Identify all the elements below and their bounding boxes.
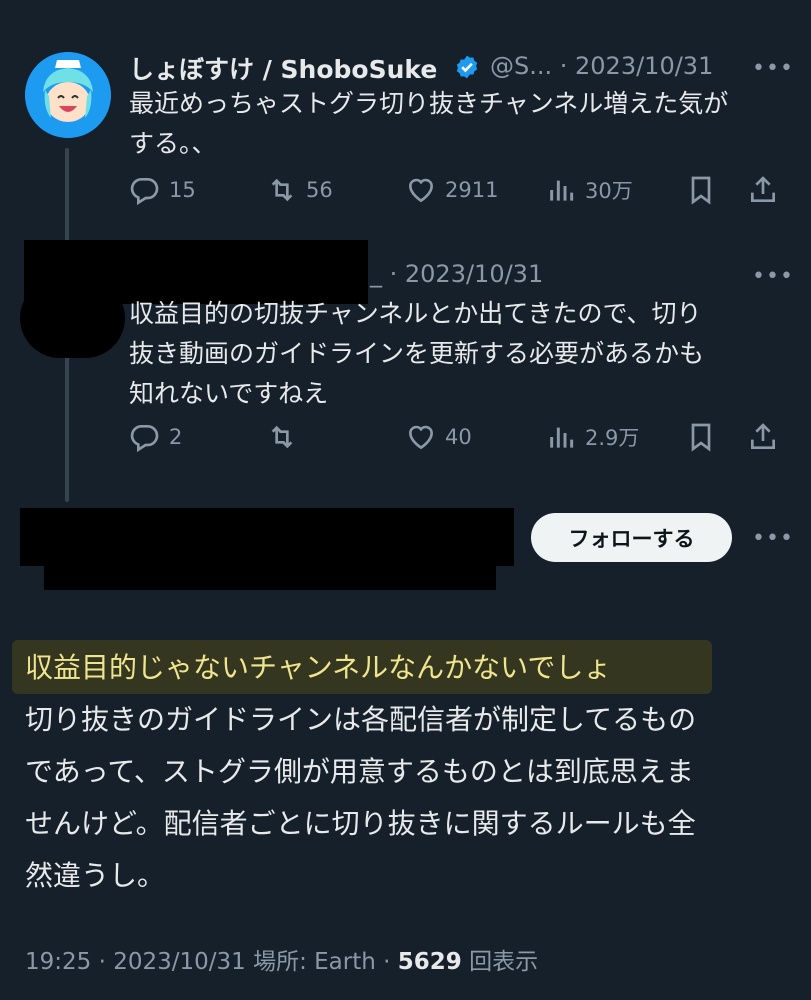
retweet-button[interactable]: 56: [266, 174, 333, 206]
share-button[interactable]: [747, 174, 779, 206]
tweet-actions: 15 56 2911 30万: [129, 174, 789, 214]
highlighted-line: 収益目的じゃないチャンネルなんかないでしょ: [25, 651, 612, 684]
views-chart-icon: [550, 427, 574, 448]
handle-date[interactable]: @S... · 2023/10/31: [490, 52, 713, 80]
tweet-meta: 19:25 · 2023/10/31 場所: Earth · 5629 回表示: [25, 942, 538, 976]
reply-button[interactable]: 2: [129, 421, 182, 453]
views-chart-icon: [550, 180, 574, 201]
text-line: せんけど。配信者ごとに切り抜きに関するルールも全: [25, 807, 696, 840]
verified-badge-icon: [456, 55, 478, 79]
redacted-handle: [44, 560, 496, 590]
like-count: 40: [445, 425, 472, 449]
reply-text: 収益目的の切抜チャンネルとか出てきたので、切り 抜き動画のガイドラインを更新する…: [129, 294, 704, 414]
view-label: 回表示: [461, 949, 539, 975]
views-button[interactable]: 2.9万: [545, 421, 639, 453]
views-button[interactable]: 30万: [545, 174, 633, 206]
reply-actions: 2 40 2.9万: [129, 421, 789, 461]
bookmark-button[interactable]: [685, 174, 717, 206]
more-options-icon[interactable]: •••: [752, 264, 794, 289]
heart-icon: [408, 425, 434, 450]
share-icon: [751, 423, 775, 449]
share-icon: [751, 176, 775, 202]
text-line: 知れないですねえ: [129, 379, 329, 408]
text-line: 最近めっちゃストグラ切り抜きチャンネル増えた気が: [129, 89, 729, 118]
like-button[interactable]: 40: [405, 421, 472, 453]
reply-button[interactable]: 15: [129, 174, 196, 206]
retweet-button[interactable]: [266, 421, 298, 453]
redacted-avatar: [20, 278, 125, 358]
like-count: 2911: [445, 178, 499, 202]
text-line: 収益目的の切抜チャンネルとか出てきたので、切り: [129, 299, 702, 328]
views-count: 2.9万: [585, 426, 640, 450]
text-line: 切り抜きのガイドラインは各配信者が制定してるもの: [25, 703, 697, 736]
bookmark-icon: [691, 176, 711, 205]
reply-count: 2: [169, 425, 183, 449]
tweet-text: 最近めっちゃストグラ切り抜きチャンネル増えた気が する。、: [129, 84, 728, 164]
more-options-icon[interactable]: •••: [752, 526, 794, 551]
text-line: する。、: [129, 129, 217, 158]
bookmark-button[interactable]: [685, 421, 717, 453]
text-line: 抜き動画のガイドラインを更新する必要があるかも: [129, 339, 705, 368]
heart-icon: [408, 178, 434, 203]
reply-icon: [130, 178, 159, 206]
text-line: 然違うし。: [25, 859, 166, 892]
share-button[interactable]: [747, 421, 779, 453]
avatar[interactable]: [25, 52, 111, 138]
reply-icon: [130, 425, 159, 453]
retweet-icon: [271, 425, 293, 449]
retweet-count: 56: [306, 178, 333, 202]
follow-button[interactable]: フォローする: [531, 513, 732, 562]
timestamp-location[interactable]: 19:25 · 2023/10/31 場所: Earth ·: [25, 949, 398, 975]
text-line: であって、ストグラ側が用意するものとは到底思えま: [25, 755, 694, 788]
reply-date[interactable]: _ · 2023/10/31: [370, 260, 543, 288]
views-count: 30万: [585, 179, 633, 203]
main-tweet-text: 切り抜きのガイドラインは各配信者が制定してるもの であって、ストグラ側が用意する…: [25, 694, 696, 902]
author-name[interactable]: しょぼすけ / ShoboSuke: [129, 50, 437, 86]
redacted-author: [20, 508, 514, 566]
more-options-icon[interactable]: •••: [752, 56, 794, 81]
view-count: 5629: [397, 949, 462, 975]
reply-count: 15: [169, 178, 196, 202]
like-button[interactable]: 2911: [405, 174, 498, 206]
bookmark-icon: [691, 423, 711, 452]
retweet-icon: [271, 178, 293, 202]
